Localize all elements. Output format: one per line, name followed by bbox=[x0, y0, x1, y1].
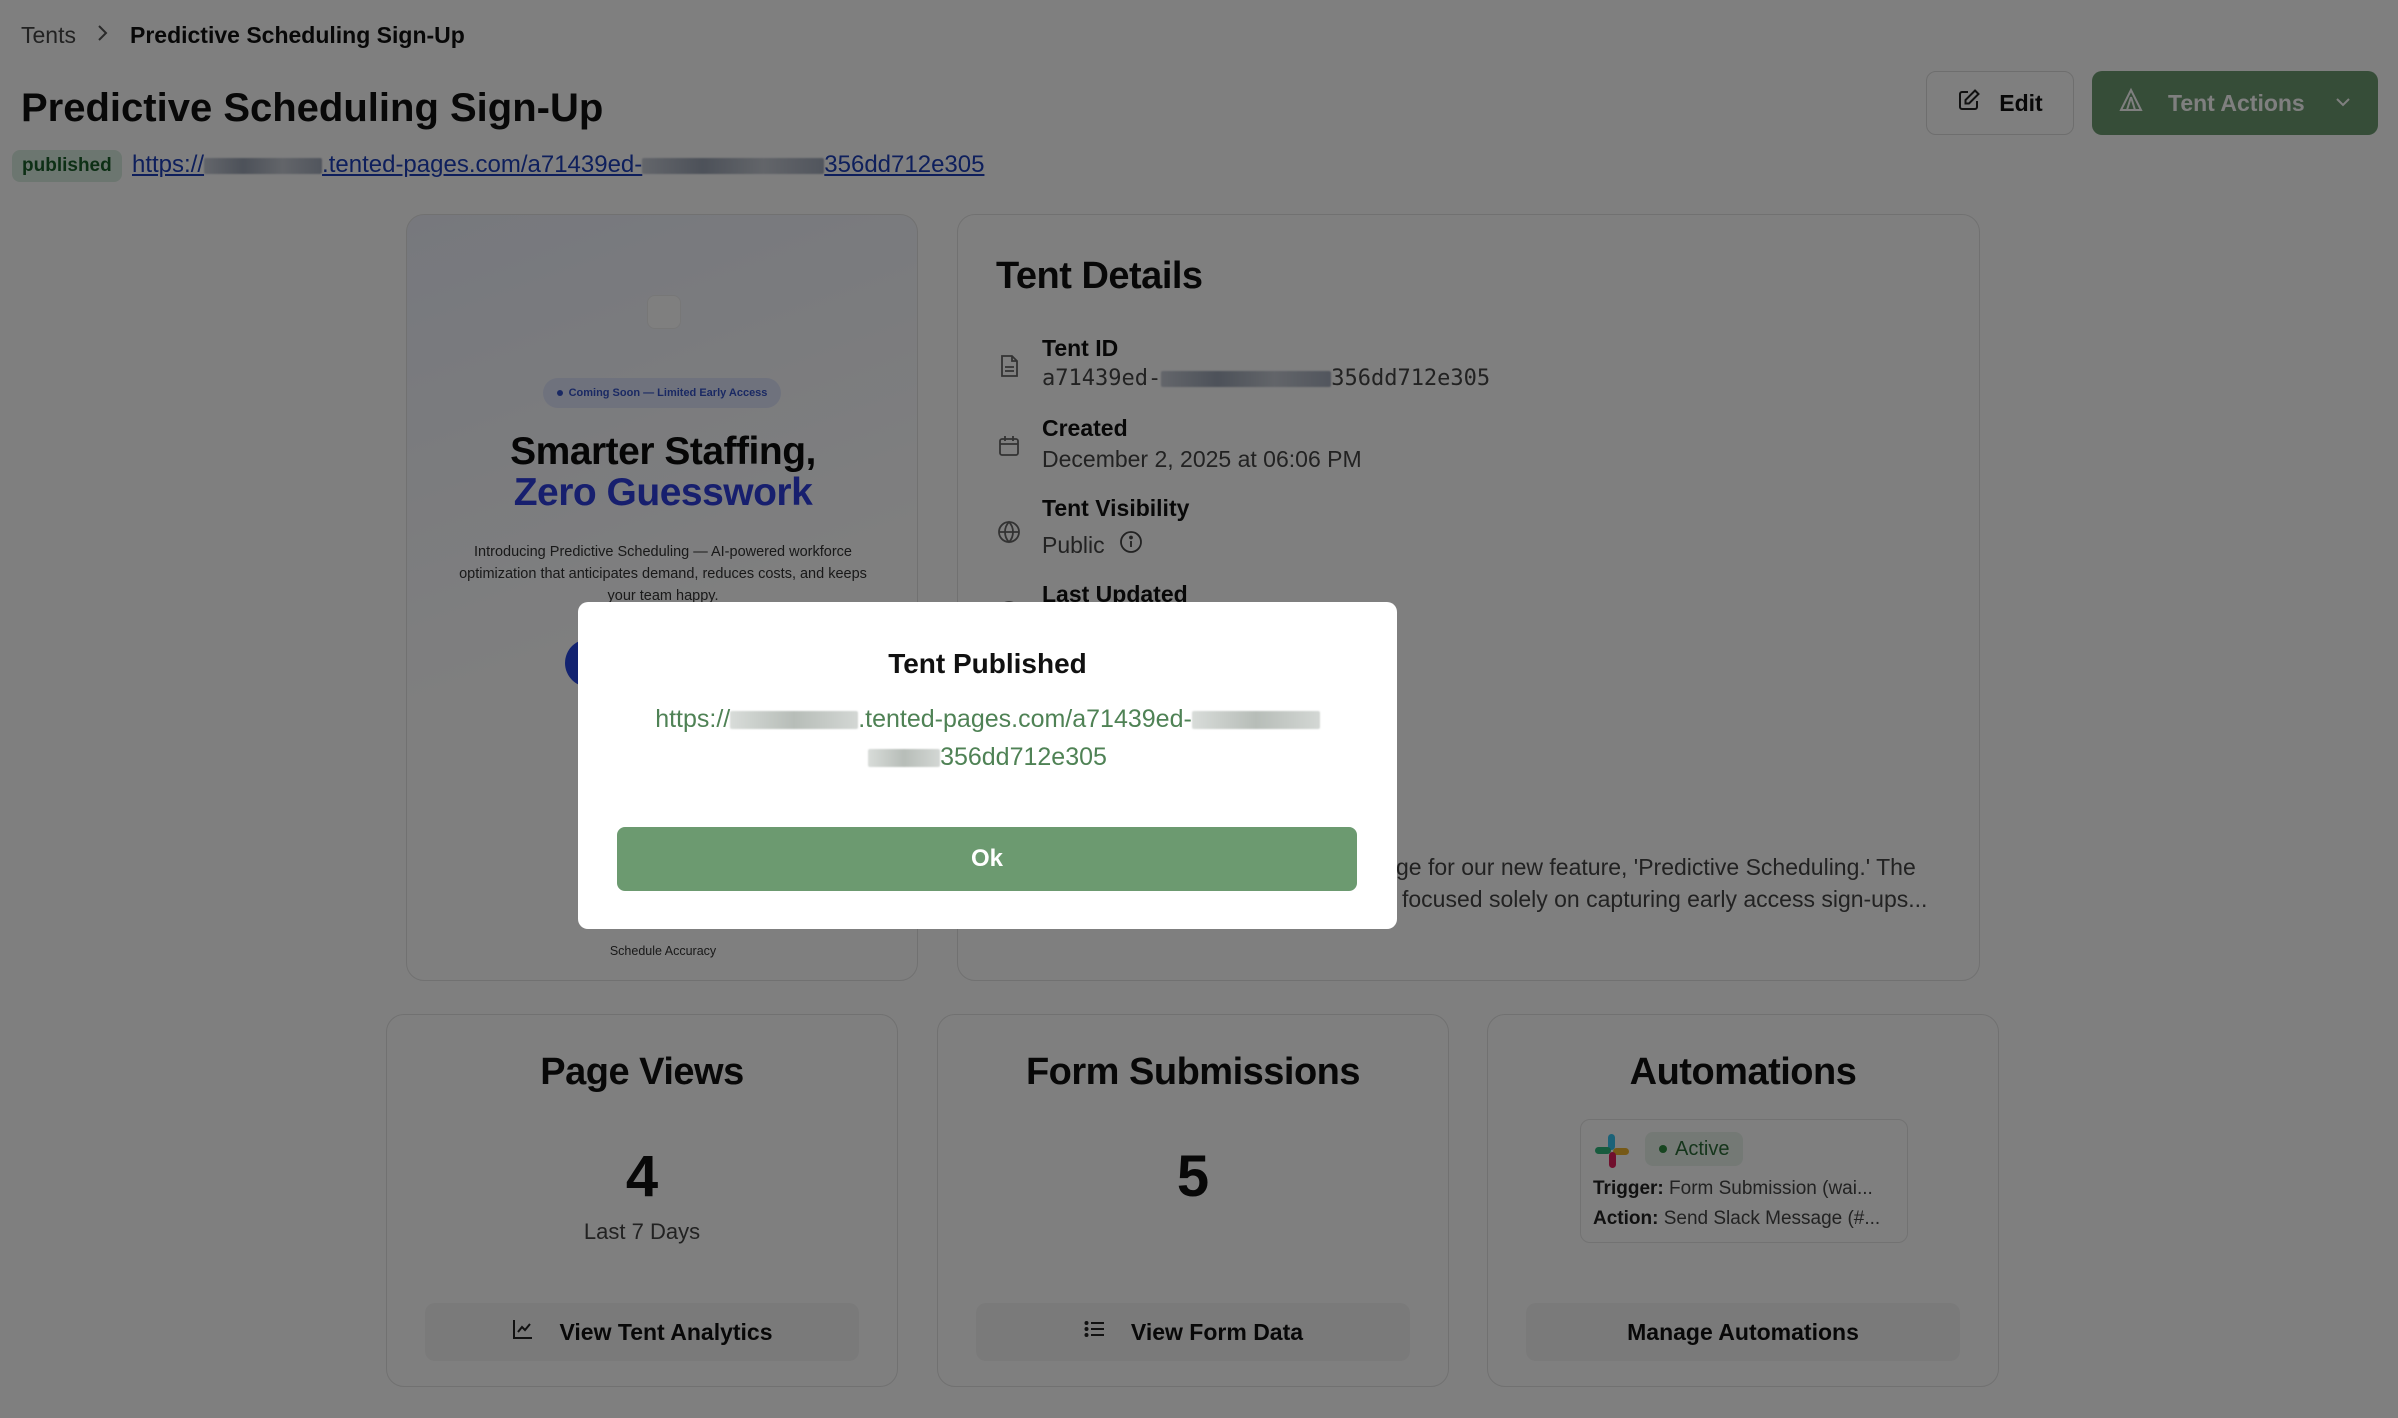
redacted-id-segment-2 bbox=[868, 749, 941, 768]
redacted-subdomain bbox=[730, 711, 859, 730]
dialog-url-prefix: https:// bbox=[655, 705, 731, 733]
tent-published-dialog: Tent Published https:// .tented-pages.com… bbox=[578, 602, 1397, 929]
redacted-id-segment bbox=[1191, 711, 1320, 730]
dialog-url[interactable]: https:// .tented-pages.com/a71439ed- 356d… bbox=[618, 700, 1357, 776]
dialog-url-middle: .tented-pages.com/a71439ed- bbox=[858, 705, 1192, 733]
ok-button[interactable]: Ok bbox=[617, 827, 1357, 891]
dialog-title: Tent Published bbox=[888, 648, 1087, 679]
dialog-url-suffix: 356dd712e305 bbox=[940, 743, 1107, 771]
